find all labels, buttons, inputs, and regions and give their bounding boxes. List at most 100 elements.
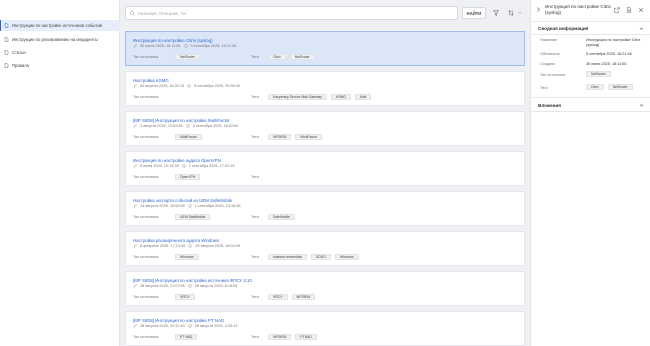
list-item[interactable]: [MP SIEM] Инструкция по настройке MultiF… [125, 111, 525, 146]
sidebar-item-incident-instructions[interactable]: Инструкции по реагированию на инциденты [0, 34, 120, 45]
tag[interactable]: NetScaler [586, 71, 611, 77]
item-dates: 8 февраля 2025, 17:13:36 29 августа 2025… [133, 244, 240, 248]
close-icon[interactable] [638, 7, 644, 13]
tag[interactable]: shadow credentials [268, 253, 308, 260]
created-date: 28 августа 2025, 21:07:56 [140, 284, 185, 288]
created-date: 30 апреля 2025, 16:32:15 [140, 84, 185, 88]
clock-icon [188, 324, 192, 328]
source-type-label: Тип источника [133, 215, 159, 219]
download-icon[interactable] [626, 7, 632, 13]
source-tags: NetScaler [175, 53, 200, 60]
tag[interactable]: Citrix [586, 84, 604, 90]
item-tags: SafeMobile [268, 213, 295, 220]
list-item[interactable]: Настройка экспорта событий из UEM SafeMo… [125, 191, 525, 226]
source-type-label: Тип источника [133, 255, 159, 259]
list-item[interactable]: [MP SIEM] Инструкция по настройке источн… [125, 271, 525, 306]
tag[interactable]: Mail [355, 93, 372, 100]
item-tags: shadow credentials SDDO Windows [268, 253, 359, 260]
item-title[interactable]: Инструкция по настройке аудита OpenVPN [133, 158, 221, 163]
tag[interactable]: ФПСУ [268, 293, 288, 300]
chevron-down-icon[interactable] [517, 7, 523, 19]
tag[interactable]: MPSIEM [291, 293, 315, 300]
open-external-icon[interactable] [614, 7, 620, 13]
item-title[interactable]: [MP SIEM] Инструкция по настройке PT NAD [133, 318, 224, 323]
tag[interactable]: MPSIEM [268, 133, 292, 140]
list-item[interactable]: Настройка KSMG 30 апреля 2025, 16:32:15 … [125, 71, 525, 106]
chevron-up-icon[interactable] [639, 26, 644, 31]
tag[interactable]: SDDO [311, 253, 331, 260]
field-key: Создано [540, 62, 556, 66]
tags-label: Теги [251, 175, 259, 179]
pencil-icon [133, 204, 137, 208]
created-date: 28 августа 2025, 20:37:40 [140, 324, 185, 328]
clock-icon [182, 164, 186, 168]
tag[interactable]: MultiFactor [175, 133, 202, 140]
tags-label: Теги [251, 135, 259, 139]
tags-label: Теги [251, 95, 259, 99]
filter-icon[interactable] [491, 7, 501, 19]
item-title[interactable]: Настройка экспорта событий из UEM SafeMo… [133, 198, 232, 203]
chevron-down-icon[interactable] [639, 103, 644, 108]
item-title[interactable]: Настройка расширенного аудита Windows [133, 238, 219, 243]
list-item[interactable]: [MP SIEM] Инструкция по настройке PT NAD… [125, 311, 525, 346]
tag[interactable]: PTNAD [295, 333, 317, 340]
summary-section-title[interactable]: Сводная информация [538, 26, 588, 31]
tag[interactable]: MultiFactor [295, 133, 323, 140]
updated-date: 8 сентября 2025, 20:36:30 [194, 84, 240, 88]
tag[interactable]: OpenVPN [175, 173, 201, 180]
sidebar: Инструкции по настройке источников событ… [0, 0, 120, 346]
item-title[interactable]: Настройка KSMG [133, 78, 169, 83]
tag[interactable]: UEM SafeMobile [175, 213, 211, 220]
search-bar: НАЙТИ [125, 6, 525, 20]
updated-date: 28 августа 2025, 6:18:04 [194, 284, 238, 288]
clock-icon [186, 124, 190, 128]
tag[interactable]: PT NAD [175, 333, 198, 340]
tag[interactable]: NetScaler [607, 84, 633, 90]
field-value: Инструкция по настройке Citrix (syslog) [586, 38, 641, 47]
created-date: 14 августа 2025, 19:06:56 [140, 204, 185, 208]
tag[interactable]: MPSIEM [268, 333, 292, 340]
item-dates: 1 августа 2025, 12:52:55 3 сентября 2025… [133, 124, 238, 128]
created-date: 1 августа 2025, 12:52:55 [140, 124, 183, 128]
tag[interactable]: NetScaler [289, 53, 315, 60]
tag[interactable]: KSMG [331, 93, 351, 100]
sidebar-item-rules[interactable]: Правила [0, 60, 120, 71]
field-value: 9 сентября 2025, 16:21:46 [586, 52, 632, 56]
divider [531, 34, 650, 35]
updated-date: 28 августа 2025, 4:33:13 [194, 324, 238, 328]
pencil-icon [133, 124, 137, 128]
pencil-icon [133, 324, 137, 328]
chevron-right-icon[interactable] [536, 7, 541, 12]
search-input[interactable] [138, 10, 438, 16]
tag[interactable]: Kaspersky Secure Mail Gateway [268, 93, 327, 100]
find-button[interactable]: НАЙТИ [462, 7, 486, 19]
attachments-section-title[interactable]: Вложения [538, 103, 561, 108]
sort-icon[interactable] [506, 7, 516, 19]
list-item[interactable]: Настройка расширенного аудита Windows 8 … [125, 231, 525, 266]
tag[interactable]: NetScaler [175, 53, 200, 60]
sidebar-item-source-instructions[interactable]: Инструкции по настройке источников событ… [0, 20, 120, 31]
clock-icon [187, 84, 191, 88]
tag[interactable]: ФПСУ [175, 293, 195, 300]
item-dates: 30 апреля 2025, 16:32:15 8 сентября 2025… [133, 84, 240, 88]
tag[interactable]: SafeMobile [268, 213, 295, 220]
pencil-icon [133, 84, 137, 88]
item-title[interactable]: [MP SIEM] Инструкция по настройке источн… [133, 278, 252, 283]
detail-header: Инструкция по настройке Citrix (syslog) [531, 0, 650, 22]
tag[interactable]: Citrix [268, 53, 286, 60]
sidebar-item-label: Инструкции по реагированию на инциденты [12, 37, 98, 42]
tag[interactable]: Windows [175, 253, 199, 260]
tag[interactable]: Windows [334, 253, 359, 260]
sidebar-item-articles[interactable]: Статьи [0, 47, 120, 58]
tags-label: Теги [251, 215, 259, 219]
source-tags: MultiFactor [175, 133, 202, 140]
list-item[interactable]: Инструкция по настройке аудита OpenVPN 5… [125, 151, 525, 186]
source-type-label: Тип источника [133, 95, 159, 99]
source-type-label: Тип источника [133, 335, 159, 339]
item-title[interactable]: Инструкция по настройке Citrix (syslog) [133, 38, 213, 43]
item-tags: ФПСУ MPSIEM [268, 293, 315, 300]
updated-date: 9 сентября 2025, 16:21:46 [190, 44, 237, 48]
item-tags: Citrix NetScaler [586, 84, 633, 90]
list-item[interactable]: Инструкция по настройке Citrix (syslog) … [125, 31, 525, 66]
item-title[interactable]: [MP SIEM] Инструкция по настройке MultiF… [133, 118, 230, 123]
